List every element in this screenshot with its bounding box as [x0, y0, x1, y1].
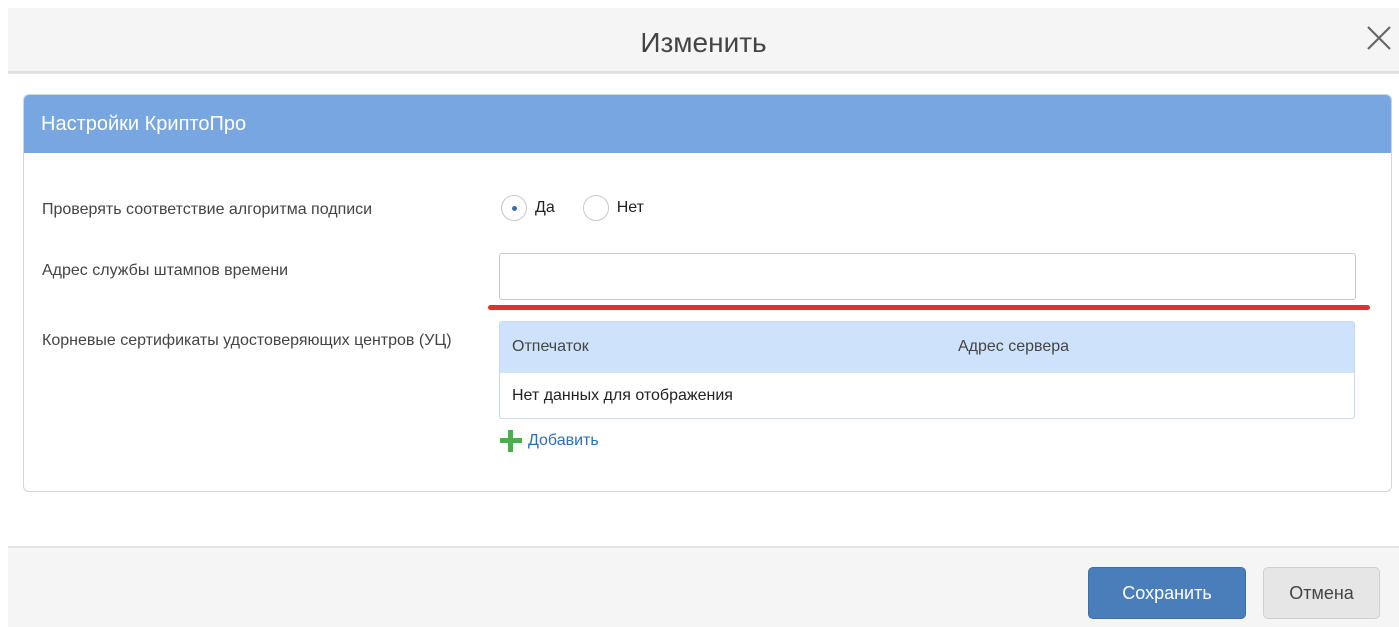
add-certificate-link[interactable]: Добавить	[500, 430, 599, 452]
edit-dialog: Изменить Настройки КриптоПро Проверять с…	[0, 0, 1399, 627]
radio-no[interactable]: Нет	[582, 195, 644, 221]
panel-header: Настройки КриптоПро	[24, 95, 1391, 153]
radio-no-label: Нет	[616, 199, 644, 216]
grid-body: Нет данных для отображения	[500, 372, 1354, 418]
dialog-header: Изменить	[8, 8, 1399, 74]
add-label: Добавить	[528, 432, 599, 449]
highlight-underline	[488, 305, 1370, 310]
close-icon	[1367, 26, 1391, 50]
close-button[interactable]	[1365, 24, 1393, 52]
grid-header: Отпечаток Адрес сервера	[500, 322, 1354, 372]
timestamp-service-label: Адрес службы штампов времени	[42, 262, 289, 279]
verify-algorithm-label: Проверять соответствие алгоритма подписи	[42, 201, 373, 218]
plus-icon	[500, 430, 522, 452]
cancel-button[interactable]: Отмена	[1263, 567, 1380, 619]
cryptopro-settings-panel: Настройки КриптоПро Проверять соответств…	[23, 94, 1392, 492]
dialog-footer: Сохранить Отмена	[8, 546, 1399, 627]
radio-no-indicator[interactable]	[582, 195, 609, 221]
root-certificates-grid: Отпечаток Адрес сервера Нет данных для о…	[499, 321, 1355, 419]
dialog-title: Изменить	[640, 27, 767, 58]
radio-yes-indicator[interactable]	[501, 195, 527, 221]
grid-empty-message: Нет данных для отображения	[512, 387, 733, 404]
radio-yes-label: Да	[535, 199, 555, 216]
column-thumbprint[interactable]: Отпечаток	[512, 338, 589, 356]
column-server-address[interactable]: Адрес сервера	[958, 338, 1069, 356]
timestamp-service-input[interactable]	[499, 253, 1356, 300]
panel-title: Настройки КриптоПро	[41, 112, 247, 135]
radio-yes[interactable]: Да	[501, 195, 555, 221]
save-button[interactable]: Сохранить	[1088, 567, 1246, 619]
verify-algorithm-radio-group: Да Нет	[501, 195, 672, 221]
root-certificates-label: Корневые сертификаты удостоверяющих цент…	[42, 332, 452, 349]
